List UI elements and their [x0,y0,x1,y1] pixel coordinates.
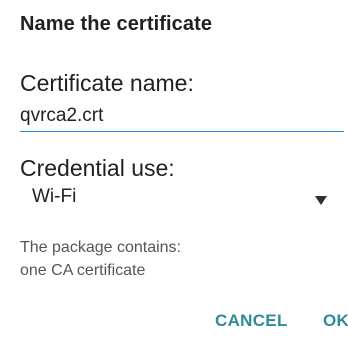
credential-use-selected-value: Wi-Fi [32,186,77,207]
name-certificate-dialog: Name the certificate Certificate name: C… [0,0,348,342]
package-info-line-1: The package contains: [20,239,181,256]
dropdown-caret-icon [315,196,327,205]
certificate-name-label: Certificate name: [20,70,194,96]
cancel-button[interactable]: CANCEL [215,311,288,331]
package-info-line-2: one CA certificate [20,262,146,279]
dialog-title: Name the certificate [20,13,213,35]
credential-use-dropdown[interactable]: Wi-Fi [20,185,344,217]
credential-use-label: Credential use: [20,155,175,181]
package-info: The package contains: one CA certificate [20,236,330,282]
certificate-name-field[interactable] [20,100,344,132]
ok-button[interactable]: OK [323,311,348,331]
